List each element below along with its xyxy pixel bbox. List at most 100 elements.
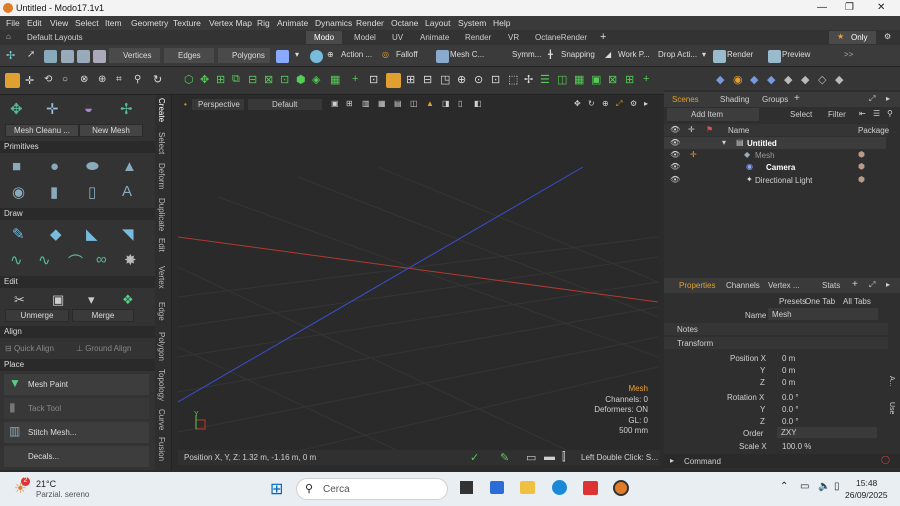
falloff-button[interactable]: Falloff bbox=[396, 50, 418, 59]
tab-topology[interactable]: Topology bbox=[157, 369, 166, 401]
extrude-gizmo-icon[interactable]: ✢ bbox=[120, 100, 133, 118]
vmap-icon[interactable]: ⊞ bbox=[625, 73, 634, 86]
draw-header[interactable]: Draw bbox=[0, 208, 155, 220]
capsule-icon[interactable]: ▯ bbox=[88, 183, 96, 201]
list-toggle-icon[interactable]: ☰ bbox=[873, 109, 880, 118]
transform-section[interactable]: Transform bbox=[664, 337, 888, 349]
command-input[interactable]: Command bbox=[684, 457, 721, 466]
menu-edit[interactable]: Edit bbox=[27, 18, 42, 28]
transform-gizmo-icon[interactable]: ✥ bbox=[10, 100, 23, 118]
vp-display-icon-9[interactable]: ▯ bbox=[458, 99, 462, 108]
place-header[interactable]: Place bbox=[0, 359, 155, 371]
viewport-dot-icon[interactable]: • bbox=[184, 100, 187, 109]
tab-animate[interactable]: Animate bbox=[412, 31, 457, 44]
one-tab-dropdown[interactable]: One Tab bbox=[805, 297, 835, 306]
tab-vertex-maps[interactable]: Vertex ... bbox=[768, 281, 800, 290]
snap-mode-icon[interactable] bbox=[386, 73, 401, 88]
pen-icon[interactable]: ✎ bbox=[12, 225, 25, 243]
menu-file[interactable]: File bbox=[6, 18, 20, 28]
items-dropdown-icon[interactable] bbox=[276, 50, 289, 63]
render-ops-icon-5[interactable]: ◆ bbox=[784, 73, 792, 86]
maximize-view-icon[interactable]: ⤢ bbox=[616, 99, 622, 109]
prop-menu-icon[interactable]: ▸ bbox=[886, 280, 890, 289]
scene-row-mesh[interactable]: 👁 ✛ ◆ Mesh ⬢ bbox=[664, 149, 886, 161]
snapping-button[interactable]: Snapping bbox=[561, 50, 595, 59]
add-tab-plus-icon[interactable]: + bbox=[794, 93, 800, 104]
menu-view[interactable]: View bbox=[50, 18, 68, 28]
all-tabs-dropdown[interactable]: All Tabs bbox=[843, 297, 871, 306]
edit-header[interactable]: Edit bbox=[0, 276, 155, 288]
snap-grid-icon-6[interactable]: ⊡ bbox=[491, 73, 500, 86]
sketch-icon[interactable]: ◣ bbox=[86, 225, 98, 243]
3d-viewport[interactable]: • Perspective Default ▣ ⊞ ▥ ▦ ▤ ◫ ▲ ◨ ▯ … bbox=[178, 97, 658, 465]
tab-modo[interactable]: Modo bbox=[306, 31, 343, 44]
work-plane-icon[interactable]: ◢ bbox=[605, 50, 611, 59]
gear-icon[interactable]: ⚙ bbox=[884, 32, 891, 41]
render-ops-icon-8[interactable]: ◆ bbox=[835, 73, 843, 86]
presets-label[interactable]: Presets bbox=[779, 297, 806, 306]
render-ops-icon-4[interactable]: ◆ bbox=[767, 73, 775, 86]
zoom-view-icon[interactable]: ⊕ bbox=[602, 99, 609, 108]
app-red-icon[interactable] bbox=[583, 481, 598, 495]
volume-icon[interactable]: 🔈 bbox=[818, 481, 830, 492]
menu-texture[interactable]: Texture bbox=[173, 18, 201, 28]
render-ops-icon-7[interactable]: ◇ bbox=[818, 73, 826, 86]
vp-display-icon-2[interactable]: ⊞ bbox=[346, 99, 353, 108]
select-button[interactable]: Select bbox=[790, 110, 812, 119]
layout-selector[interactable]: Default Layouts bbox=[27, 33, 83, 42]
add-icon[interactable]: + bbox=[352, 73, 358, 85]
tab-channels[interactable]: Channels bbox=[726, 281, 760, 290]
pivot-icon[interactable]: ✛ bbox=[690, 150, 697, 159]
sphere-icon[interactable]: ● bbox=[50, 158, 59, 175]
package-icon[interactable]: ⬢ bbox=[858, 162, 865, 171]
drop-action-arrow-icon[interactable]: ▾ bbox=[702, 50, 706, 59]
mesh-ops-icon-6[interactable]: ⊠ bbox=[264, 73, 273, 86]
merge-button[interactable]: Merge bbox=[72, 309, 134, 322]
falloff-icon[interactable]: ◎ bbox=[382, 50, 389, 59]
paste-icon[interactable]: ▾ bbox=[88, 292, 95, 308]
mesh-mode-icon[interactable] bbox=[77, 50, 90, 63]
mesh-ops-icon-3[interactable]: ⊞ bbox=[216, 73, 225, 86]
view-more-icon[interactable]: ▸ bbox=[644, 99, 648, 108]
text-primitive-icon[interactable]: A bbox=[122, 183, 132, 200]
curve-icon[interactable]: ⌒ bbox=[68, 251, 83, 272]
status-sliders-icon[interactable]: ⫿ bbox=[562, 451, 566, 464]
render-ops-icon-2[interactable]: ◉ bbox=[733, 73, 743, 86]
bezier-icon[interactable]: ∿ bbox=[38, 251, 51, 269]
task-view-icon[interactable] bbox=[460, 481, 473, 494]
menu-rig[interactable]: Rig bbox=[257, 18, 270, 28]
polygons-button[interactable]: Polygons bbox=[218, 48, 270, 63]
rotation-x-field[interactable]: 0.0 ° bbox=[782, 393, 799, 402]
tab-polygon[interactable]: Polygon bbox=[157, 332, 166, 361]
file-explorer-icon[interactable] bbox=[520, 481, 535, 494]
search-scenes-icon[interactable]: ⚲ bbox=[887, 109, 893, 118]
spline-icon[interactable]: ∿ bbox=[10, 251, 23, 269]
transform-tool-icon[interactable]: ⊕ bbox=[98, 74, 106, 85]
material-mode-icon[interactable] bbox=[61, 50, 74, 63]
expand-icon[interactable]: ⤢ bbox=[869, 94, 875, 104]
scale-tool-icon[interactable]: ⊗ bbox=[80, 74, 88, 85]
status-check-icon[interactable]: ✓ bbox=[470, 451, 479, 464]
mesh-ops-icon-5[interactable]: ⊟ bbox=[248, 73, 257, 86]
quick-align-button[interactable]: ⊟ Quick Align bbox=[5, 341, 71, 356]
torus-icon[interactable]: ◉ bbox=[12, 183, 25, 201]
orbit-icon[interactable]: ↻ bbox=[588, 99, 595, 108]
vp-display-icon-4[interactable]: ▦ bbox=[378, 99, 386, 108]
position-y-field[interactable]: 0 m bbox=[782, 366, 795, 375]
visibility-icon[interactable]: 👁 bbox=[670, 175, 680, 184]
vp-display-icon-8[interactable]: ◨ bbox=[442, 99, 450, 108]
mesh-ops-icon-10[interactable]: ▦ bbox=[330, 73, 340, 86]
menu-animate[interactable]: Animate bbox=[277, 18, 308, 28]
view-settings-icon[interactable]: ⚙ bbox=[630, 99, 637, 108]
status-bars-icon[interactable]: ▬ bbox=[544, 451, 555, 463]
vp-display-icon-6[interactable]: ◫ bbox=[410, 99, 418, 108]
list-icon[interactable]: ☰ bbox=[540, 73, 550, 86]
refresh-icon[interactable]: ↻ bbox=[153, 73, 162, 86]
search-box[interactable]: ⚲ Cerca bbox=[296, 478, 448, 500]
copy-icon[interactable]: ▣ bbox=[52, 292, 64, 308]
rotation-y-field[interactable]: 0.0 ° bbox=[782, 405, 799, 414]
rotation-z-field[interactable]: 0.0 ° bbox=[782, 417, 799, 426]
command-stop-icon[interactable]: ◯ bbox=[881, 455, 890, 464]
render-ops-icon-3[interactable]: ◆ bbox=[750, 73, 758, 86]
tab-curve[interactable]: Curve bbox=[157, 409, 166, 430]
